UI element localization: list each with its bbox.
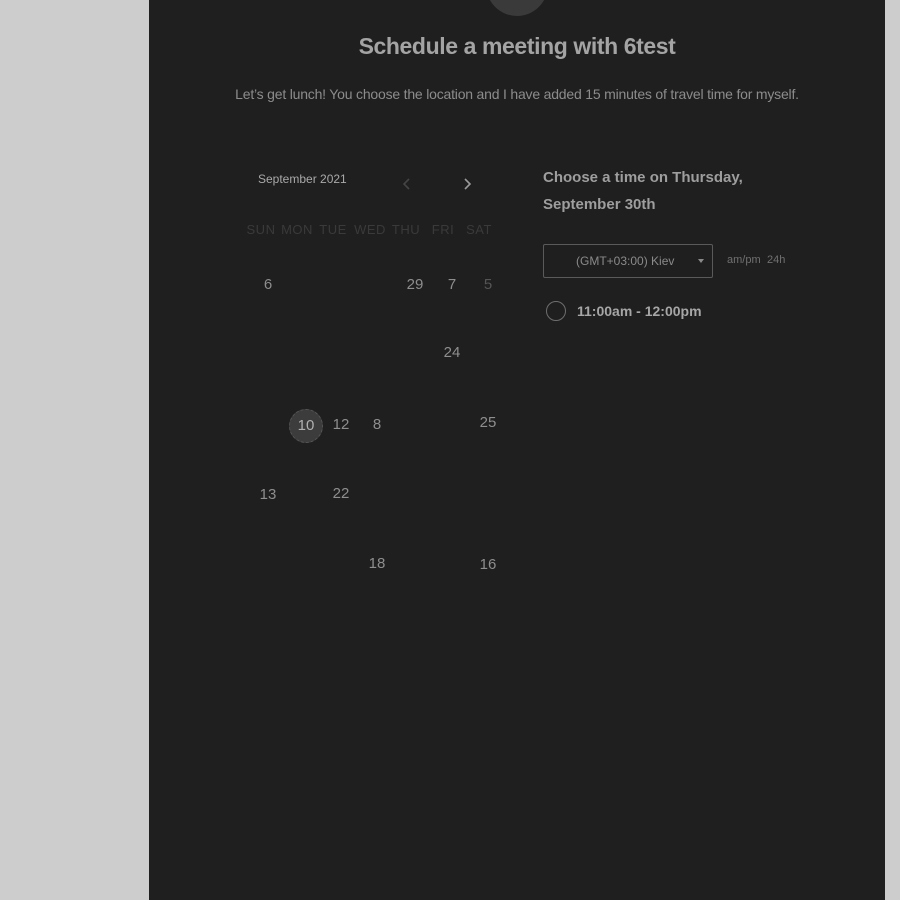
page-title: Schedule a meeting with 6test	[358, 33, 676, 59]
calendar-day[interactable]: 24	[434, 335, 470, 371]
radio-icon[interactable]	[546, 301, 566, 321]
next-month-button[interactable]	[457, 174, 477, 194]
calendar-day[interactable]: 22	[323, 476, 359, 512]
chevron-left-icon	[402, 178, 410, 190]
calendar-day-selected[interactable]: 10	[289, 409, 323, 443]
calendar-day[interactable]: 29	[397, 267, 433, 303]
calendar-day[interactable]: 16	[470, 547, 506, 583]
format-ampm-toggle[interactable]: am/pm	[727, 254, 761, 266]
weekday-thu: THU	[391, 222, 421, 237]
calendar-day[interactable]: 13	[250, 477, 286, 513]
weekday-wed: WED	[354, 222, 386, 237]
time-picker-heading: Choose a time on Thursday, September 30t…	[543, 169, 743, 213]
calendar-day[interactable]: 25	[470, 405, 506, 441]
calendar-day[interactable]: 5	[470, 267, 506, 303]
time-slot[interactable]: 11:00am - 12:00pm	[543, 299, 743, 327]
timezone-select[interactable]: (GMT+03:00) Kiev	[543, 244, 713, 278]
weekday-sun: SUN	[246, 222, 276, 237]
calendar-day[interactable]: 12	[323, 407, 359, 443]
scheduling-panel	[149, 0, 885, 900]
weekday-sat: SAT	[466, 222, 492, 237]
caret-down-icon	[698, 259, 704, 263]
chevron-right-icon	[464, 178, 472, 190]
prev-month-button[interactable]	[397, 174, 417, 194]
calendar-day[interactable]: 7	[434, 267, 470, 303]
weekday-tue: TUE	[319, 222, 347, 237]
time-slot-label: 11:00am - 12:00pm	[577, 303, 702, 319]
meeting-description: Let’s get lunch! You choose the location…	[235, 86, 799, 102]
format-24h-toggle[interactable]: 24h	[767, 254, 785, 266]
weekday-mon: MON	[281, 222, 313, 237]
calendar-day[interactable]: 6	[250, 267, 286, 303]
calendar-day[interactable]: 8	[359, 407, 395, 443]
weekday-fri: FRI	[431, 222, 455, 237]
timezone-value: (GMT+03:00) Kiev	[576, 254, 675, 268]
calendar-day[interactable]: 18	[359, 546, 395, 582]
calendar-month-label: September 2021	[258, 172, 347, 186]
